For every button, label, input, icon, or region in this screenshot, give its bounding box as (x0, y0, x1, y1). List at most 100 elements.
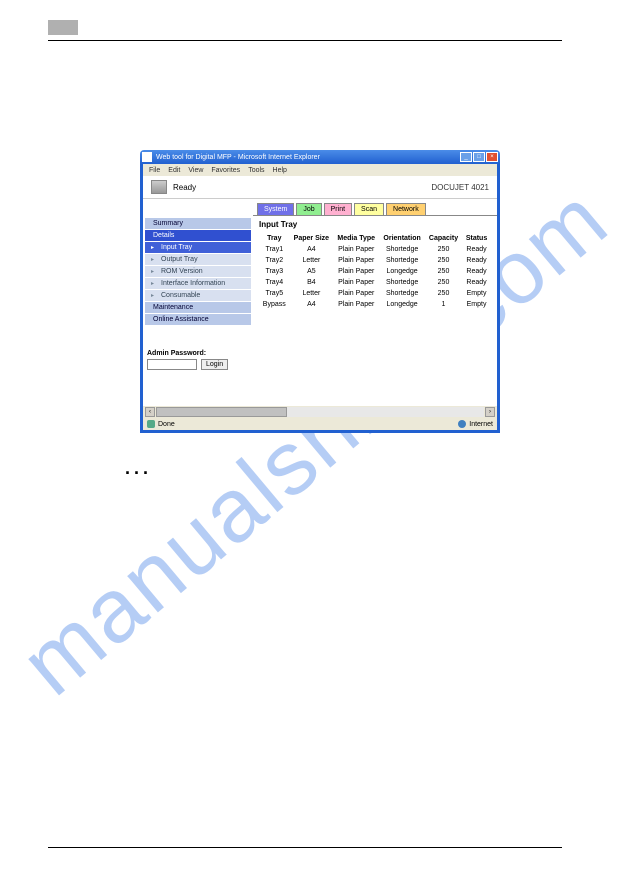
sidebar-item-maintenance[interactable]: Maintenance (145, 302, 251, 314)
th-orientation: Orientation (379, 233, 425, 244)
table-cell: Longedge (379, 299, 425, 310)
sidebar-item-rom-version[interactable]: ROM Version (145, 266, 251, 278)
menu-help[interactable]: Help (273, 167, 287, 174)
table-cell: Empty (462, 299, 491, 310)
table-cell: A4 (290, 299, 334, 310)
table-cell: 250 (425, 266, 462, 277)
th-tray: Tray (259, 233, 290, 244)
table-row: Tray3A5Plain PaperLongedge250Ready (259, 266, 491, 277)
menu-edit[interactable]: Edit (168, 167, 180, 174)
th-media-type: Media Type (333, 233, 379, 244)
table-cell: Tray4 (259, 277, 290, 288)
table-cell: Plain Paper (333, 299, 379, 310)
table-cell: Longedge (379, 266, 425, 277)
login-button[interactable]: Login (201, 359, 228, 370)
status-done: Done (158, 421, 175, 428)
tab-job[interactable]: Job (296, 203, 321, 215)
sidebar-item-details[interactable]: Details (145, 230, 251, 242)
table-cell: Plain Paper (333, 277, 379, 288)
close-button[interactable]: × (486, 152, 498, 162)
ellipsis: ... (125, 458, 152, 479)
bottom-rule (48, 847, 562, 848)
internet-icon (458, 420, 466, 428)
tab-scan[interactable]: Scan (354, 203, 384, 215)
browser-window: Web tool for Digital MFP - Microsoft Int… (140, 150, 500, 433)
table-cell: Tray2 (259, 255, 290, 266)
table-cell: Letter (290, 288, 334, 299)
admin-section: Admin Password: Login (143, 350, 253, 370)
table-cell: 1 (425, 299, 462, 310)
table-cell: Ready (462, 255, 491, 266)
model-name: DOCUJET 4021 (431, 183, 489, 192)
table-cell: 250 (425, 244, 462, 255)
ie-icon (142, 152, 152, 162)
menu-view[interactable]: View (188, 167, 203, 174)
page-tab (48, 20, 78, 35)
table-cell: Ready (462, 277, 491, 288)
statusbar: Done Internet (143, 418, 497, 430)
table-cell: Ready (462, 266, 491, 277)
menu-tools[interactable]: Tools (248, 167, 264, 174)
table-cell: A4 (290, 244, 334, 255)
table-cell: Ready (462, 244, 491, 255)
tab-print[interactable]: Print (324, 203, 352, 215)
th-paper-size: Paper Size (290, 233, 334, 244)
table-cell: Plain Paper (333, 255, 379, 266)
table-cell: Plain Paper (333, 288, 379, 299)
scrollbar[interactable]: ‹ › (143, 406, 497, 418)
table-row: Tray5LetterPlain PaperShortedge250Empty (259, 288, 491, 299)
header-row: Ready DOCUJET 4021 (143, 176, 497, 199)
tray-table: Tray Paper Size Media Type Orientation C… (259, 233, 491, 310)
printer-icon (151, 180, 167, 194)
titlebar: Web tool for Digital MFP - Microsoft Int… (140, 150, 500, 164)
table-cell: Letter (290, 255, 334, 266)
table-cell: Tray1 (259, 244, 290, 255)
table-row: Tray2LetterPlain PaperShortedge250Ready (259, 255, 491, 266)
table-row: Tray4B4Plain PaperShortedge250Ready (259, 277, 491, 288)
menu-file[interactable]: File (149, 167, 160, 174)
window-title: Web tool for Digital MFP - Microsoft Int… (156, 154, 460, 161)
panel-title: Input Tray (259, 220, 491, 229)
table-cell: 250 (425, 288, 462, 299)
table-cell: Tray3 (259, 266, 290, 277)
sidebar-item-consumable[interactable]: Consumable (145, 290, 251, 302)
minimize-button[interactable]: _ (460, 152, 472, 162)
status-internet: Internet (469, 421, 493, 428)
table-cell: B4 (290, 277, 334, 288)
table-cell: Shortedge (379, 277, 425, 288)
table-header-row: Tray Paper Size Media Type Orientation C… (259, 233, 491, 244)
tabs-row: System Job Print Scan Network (253, 199, 497, 216)
table-cell: 250 (425, 255, 462, 266)
th-status: Status (462, 233, 491, 244)
tab-network[interactable]: Network (386, 203, 426, 215)
maximize-button[interactable]: □ (473, 152, 485, 162)
table-row: Tray1A4Plain PaperShortedge250Ready (259, 244, 491, 255)
th-capacity: Capacity (425, 233, 462, 244)
table-cell: Bypass (259, 299, 290, 310)
sidebar: Summary Details Input Tray Output Tray R… (143, 216, 253, 406)
scroll-right-button[interactable]: › (485, 407, 495, 417)
table-cell: Shortedge (379, 255, 425, 266)
table-cell: 250 (425, 277, 462, 288)
scroll-track[interactable] (156, 407, 484, 417)
scroll-thumb[interactable] (156, 407, 287, 417)
menu-favorites[interactable]: Favorites (211, 167, 240, 174)
table-cell: Tray5 (259, 288, 290, 299)
scroll-left-button[interactable]: ‹ (145, 407, 155, 417)
sidebar-item-input-tray[interactable]: Input Tray (145, 242, 251, 254)
sidebar-item-summary[interactable]: Summary (145, 218, 251, 230)
table-cell: Plain Paper (333, 244, 379, 255)
top-rule (48, 40, 562, 41)
table-cell: Empty (462, 288, 491, 299)
content-wrap: Ready DOCUJET 4021 System Job Print Scan… (140, 176, 500, 433)
tab-system[interactable]: System (257, 203, 294, 215)
admin-password-label: Admin Password: (147, 350, 249, 357)
sidebar-item-online-assist[interactable]: Online Assistance (145, 314, 251, 326)
sidebar-item-output-tray[interactable]: Output Tray (145, 254, 251, 266)
window-controls: _ □ × (460, 152, 498, 162)
admin-password-input[interactable] (147, 359, 197, 370)
table-cell: Plain Paper (333, 266, 379, 277)
sidebar-item-interface[interactable]: Interface Information (145, 278, 251, 290)
table-row: BypassA4Plain PaperLongedge1Empty (259, 299, 491, 310)
main-panel: Input Tray Tray Paper Size Media Type Or… (253, 216, 497, 406)
